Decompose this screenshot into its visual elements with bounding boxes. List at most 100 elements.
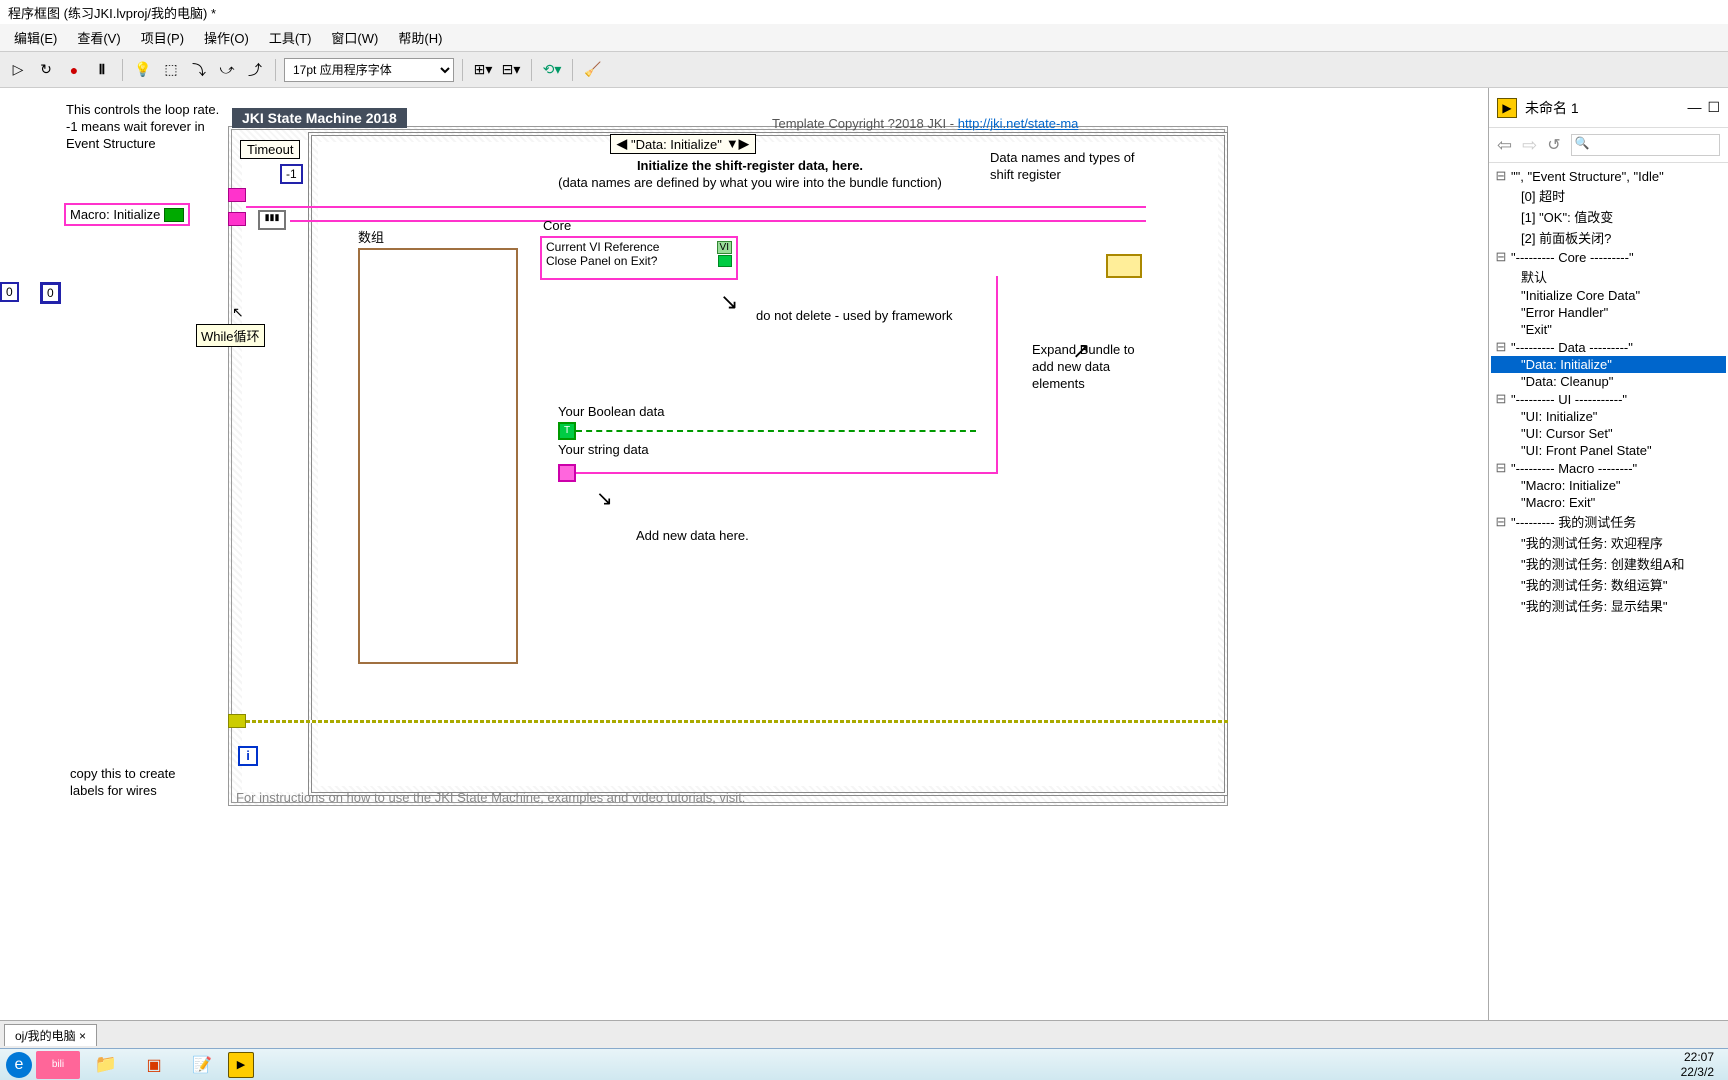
tree-item[interactable]: ⊟"", "Event Structure", "Idle" <box>1491 167 1726 185</box>
shift-register-left[interactable] <box>228 714 246 728</box>
tree-item[interactable]: "Macro: Initialize" <box>1491 477 1726 494</box>
align-button[interactable]: ⊞▾ <box>471 58 495 82</box>
tree-item[interactable]: "Exit" <box>1491 321 1726 338</box>
tree-item[interactable]: ⊟"--------- Core ---------" <box>1491 248 1726 266</box>
tree-item[interactable]: "我的测试任务: 显示结果" <box>1491 595 1726 616</box>
tree-item-label: "Macro: Initialize" <box>1521 478 1621 493</box>
tree-item[interactable]: "UI: Front Panel State" <box>1491 442 1726 459</box>
labview-task-icon[interactable]: ▶ <box>228 1052 254 1078</box>
window-title-bar: 程序框图 (练习JKI.lvproj/我的电脑) * <box>0 0 1728 24</box>
tree-item-label: "--------- 我的测试任务 <box>1511 512 1636 531</box>
copyright-link[interactable]: http://jki.net/state-ma <box>958 116 1079 131</box>
forward-icon[interactable]: ⇨ <box>1522 135 1537 156</box>
vi-ref-icon: VI <box>717 241 732 254</box>
distribute-button[interactable]: ⊟▾ <box>499 58 523 82</box>
string-terminal[interactable] <box>558 464 576 482</box>
tree-item[interactable]: "UI: Cursor Set" <box>1491 425 1726 442</box>
core-cluster[interactable]: Current VI Reference VI Close Panel on E… <box>540 236 738 280</box>
maximize-icon[interactable]: ☐ <box>1707 99 1720 116</box>
tree-item-label: 默认 <box>1521 267 1547 286</box>
tree-item[interactable]: "Error Handler" <box>1491 304 1726 321</box>
project-tab[interactable]: oj/我的电脑 × <box>4 1024 97 1046</box>
run-button[interactable]: ▷ <box>6 58 30 82</box>
taskbar: e bili 📁 ▣ 📝 ▶ 22:07 22/3/2 <box>0 1048 1728 1080</box>
back-icon[interactable]: ⇦ <box>1497 135 1512 156</box>
panel-nav: ⇦ ⇨ ↺ 🔍 <box>1489 128 1728 163</box>
run-continuous-button[interactable]: ↻ <box>34 58 58 82</box>
file-explorer-icon[interactable]: 📁 <box>84 1051 128 1079</box>
tree-item-label: "UI: Initialize" <box>1521 409 1597 424</box>
menu-view[interactable]: 查看(V) <box>67 28 130 47</box>
array-constant[interactable] <box>358 248 518 664</box>
step-into-button[interactable]: ⤵ <box>187 58 211 82</box>
tree-item[interactable]: "Data: Cleanup" <box>1491 373 1726 390</box>
reorder-button[interactable]: ⟲▾ <box>540 58 564 82</box>
retain-wire-button[interactable]: ⬚ <box>159 58 183 82</box>
tree-item[interactable]: "Initialize Core Data" <box>1491 287 1726 304</box>
menu-project[interactable]: 项目(P) <box>131 28 194 47</box>
tree-item[interactable]: ⊟"--------- Macro --------" <box>1491 459 1726 477</box>
highlight-button[interactable]: 💡 <box>131 58 155 82</box>
macro-init-constant[interactable]: Macro: Initialize <box>64 203 190 226</box>
tree-item[interactable]: "Macro: Exit" <box>1491 494 1726 511</box>
minimize-icon[interactable]: — <box>1687 99 1701 116</box>
numeric-constant-a[interactable]: 0 <box>0 282 19 302</box>
collapse-icon[interactable]: ⊟ <box>1495 391 1507 407</box>
collapse-icon[interactable]: ⊟ <box>1495 339 1507 355</box>
tree-item[interactable]: "我的测试任务: 数组运算" <box>1491 574 1726 595</box>
bool-terminal[interactable]: T <box>558 422 576 440</box>
collapse-icon[interactable]: ⊟ <box>1495 249 1507 265</box>
shift-register-left[interactable] <box>228 188 246 202</box>
cursor-icon: ↖ <box>232 304 244 321</box>
powerpoint-icon[interactable]: ▣ <box>132 1051 176 1079</box>
subvi-icon[interactable]: ▮▮▮ <box>258 210 286 230</box>
menu-window[interactable]: 窗口(W) <box>321 28 388 47</box>
bundle-node[interactable] <box>1106 254 1142 278</box>
close-icon[interactable]: × <box>79 1029 86 1043</box>
panel-titlebar: ▶ 未命名 1 — ☐ <box>1489 88 1728 128</box>
case-next-icon[interactable]: ▼▶ <box>726 136 749 152</box>
search-input[interactable] <box>1571 134 1720 156</box>
tree-item[interactable]: 默认 <box>1491 266 1726 287</box>
history-icon[interactable]: ↺ <box>1547 135 1560 155</box>
data-names-comment: Data names and types of shift register <box>990 150 1140 184</box>
numeric-indicator-b[interactable]: 0 <box>40 282 61 304</box>
tree-item[interactable]: ⊟"--------- 我的测试任务 <box>1491 511 1726 532</box>
step-over-button[interactable]: ⤻ <box>215 58 239 82</box>
menu-bar: 编辑(E) 查看(V) 项目(P) 操作(O) 工具(T) 窗口(W) 帮助(H… <box>0 24 1728 52</box>
menu-help[interactable]: 帮助(H) <box>388 28 452 47</box>
tree-item[interactable]: "Data: Initialize" <box>1491 356 1726 373</box>
system-clock[interactable]: 22:07 22/3/2 <box>1673 1050 1722 1079</box>
tree-item[interactable]: "我的测试任务: 欢迎程序 <box>1491 532 1726 553</box>
timeout-value[interactable]: -1 <box>280 164 303 184</box>
collapse-icon[interactable]: ⊟ <box>1495 168 1507 184</box>
menu-edit[interactable]: 编辑(E) <box>4 28 67 47</box>
tree-item[interactable]: ⊟"--------- UI -----------" <box>1491 390 1726 408</box>
loop-iteration-terminal[interactable]: i <box>238 746 258 766</box>
cleanup-button[interactable]: 🧹 <box>581 58 605 82</box>
abort-button[interactable]: ● <box>62 58 86 82</box>
collapse-icon[interactable]: ⊟ <box>1495 460 1507 476</box>
menu-tools[interactable]: 工具(T) <box>259 28 322 47</box>
case-tree[interactable]: ⊟"", "Event Structure", "Idle"[0] 超时[1] … <box>1489 163 1728 1020</box>
collapse-icon[interactable]: ⊟ <box>1495 514 1507 530</box>
tree-item[interactable]: ⊟"--------- Data ---------" <box>1491 338 1726 356</box>
tree-item[interactable]: [2] 前面板关闭? <box>1491 227 1726 248</box>
pause-button[interactable]: Ⅱ <box>90 58 114 82</box>
tree-item[interactable]: "我的测试任务: 创建数组A和 <box>1491 553 1726 574</box>
edge-icon[interactable]: e <box>6 1052 32 1078</box>
font-selector[interactable]: 17pt 应用程序字体 <box>284 58 454 82</box>
tree-item[interactable]: [1] "OK": 值改变 <box>1491 206 1726 227</box>
bilibili-icon[interactable]: bili <box>36 1051 80 1079</box>
tree-item[interactable]: [0] 超时 <box>1491 185 1726 206</box>
notepad-icon[interactable]: 📝 <box>180 1051 224 1079</box>
case-prev-icon[interactable]: ◀ <box>617 136 627 152</box>
block-diagram[interactable]: This controls the loop rate. -1 means wa… <box>0 88 1488 1020</box>
tree-item-label: "Macro: Exit" <box>1521 495 1595 510</box>
shift-register-left[interactable] <box>228 212 246 226</box>
tree-item[interactable]: "UI: Initialize" <box>1491 408 1726 425</box>
menu-operate[interactable]: 操作(O) <box>194 28 259 47</box>
case-name[interactable]: "Data: Initialize" <box>631 137 722 152</box>
case-selector[interactable]: ◀ "Data: Initialize" ▼▶ <box>610 134 756 154</box>
step-out-button[interactable]: ⤴ <box>243 58 267 82</box>
